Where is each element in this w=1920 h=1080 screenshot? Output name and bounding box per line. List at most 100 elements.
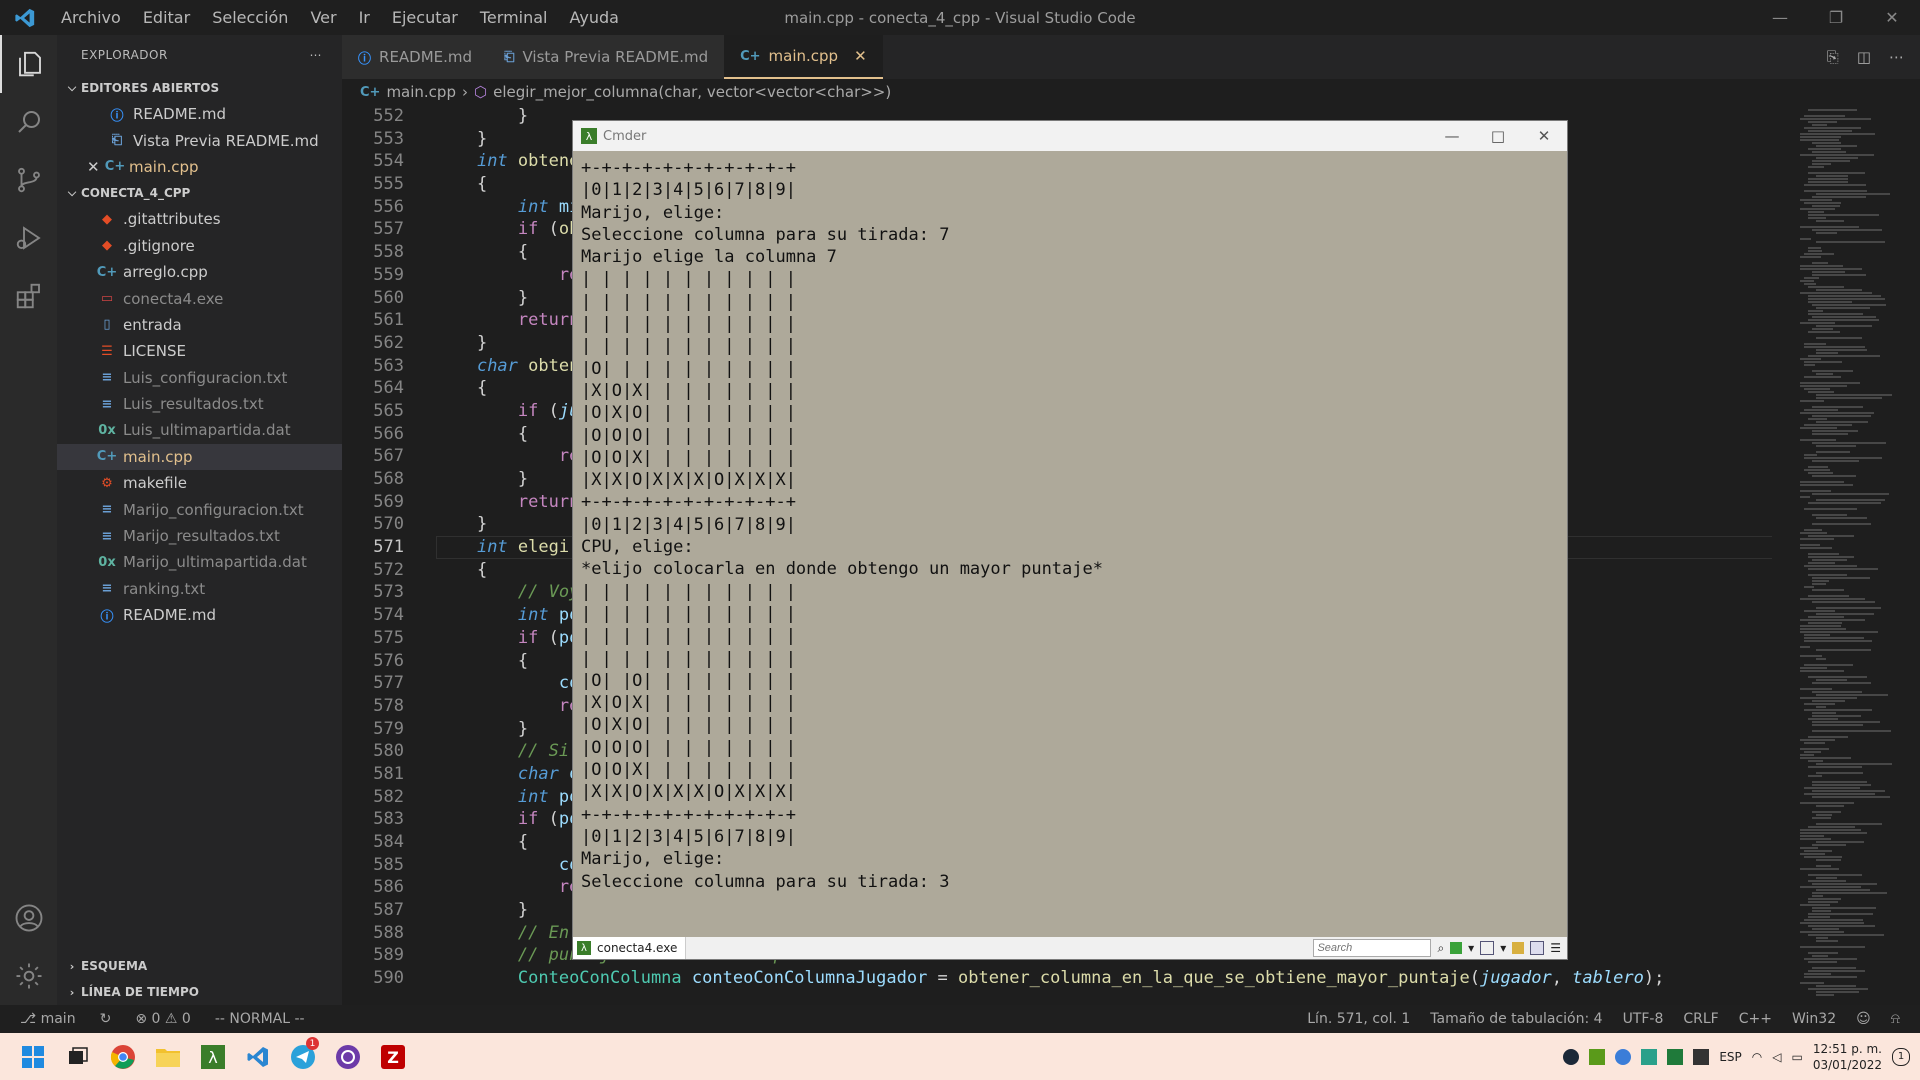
- file-ranking[interactable]: ≡ ranking.txt: [57, 576, 342, 602]
- source-control-icon[interactable]: [0, 151, 57, 209]
- breadcrumb-file[interactable]: main.cpp: [386, 83, 456, 101]
- split-editor-icon[interactable]: ◫: [1857, 48, 1871, 66]
- cmder-minimize-button[interactable]: —: [1429, 127, 1475, 145]
- view-icon[interactable]: [1480, 941, 1495, 955]
- file-luis-ultimapartida[interactable]: 0x Luis_ultimapartida.dat: [57, 417, 342, 443]
- language-mode[interactable]: C++: [1739, 1011, 1772, 1027]
- cmder-taskbar-icon[interactable]: λ: [190, 1033, 235, 1080]
- cmder-search-input[interactable]: [1313, 939, 1432, 957]
- menu-ver[interactable]: Ver: [299, 0, 347, 35]
- compare-icon[interactable]: ⎘: [1827, 48, 1839, 66]
- minimize-button[interactable]: —: [1752, 0, 1808, 35]
- tray-app-icon[interactable]: [1693, 1048, 1710, 1065]
- explorer-icon[interactable]: [0, 35, 57, 93]
- file-marijo-configuracion[interactable]: ≡ Marijo_configuracion.txt: [57, 496, 342, 522]
- settings-gear-icon[interactable]: [0, 947, 57, 1005]
- encoding[interactable]: UTF-8: [1623, 1011, 1664, 1027]
- restore-button[interactable]: ❐: [1808, 0, 1864, 35]
- search-icon[interactable]: ⌕: [1437, 941, 1444, 956]
- extensions-icon[interactable]: [0, 267, 57, 325]
- tab-main-cpp[interactable]: C+ main.cpp ✕: [724, 35, 883, 79]
- task-view-icon[interactable]: [55, 1033, 100, 1080]
- tray-app-icon[interactable]: [1615, 1048, 1632, 1065]
- file-gitattributes[interactable]: ◆ .gitattributes: [57, 206, 342, 232]
- cmder-tab-conecta4[interactable]: λ conecta4.exe: [573, 937, 687, 959]
- layout-icon[interactable]: [1530, 941, 1545, 955]
- file-explorer-icon[interactable]: [145, 1033, 190, 1080]
- open-editors-header[interactable]: ⌵ EDITORES ABIERTOS: [57, 75, 342, 101]
- file-luis-resultados[interactable]: ≡ Luis_resultados.txt: [57, 391, 342, 417]
- sync-icon[interactable]: ↻: [100, 1011, 112, 1027]
- bell-icon[interactable]: ⍾: [1891, 1011, 1900, 1027]
- file-main-cpp[interactable]: C+ main.cpp: [57, 443, 342, 471]
- notification-count[interactable]: 1: [1892, 1047, 1910, 1066]
- file-readme[interactable]: ⓘ README.md: [57, 602, 342, 628]
- file-luis-configuracion[interactable]: ≡ Luis_configuracion.txt: [57, 365, 342, 391]
- wifi-icon[interactable]: ◠: [1752, 1050, 1762, 1064]
- menu-terminal[interactable]: Terminal: [469, 0, 559, 35]
- chrome-icon[interactable]: [100, 1033, 145, 1080]
- more-actions-icon[interactable]: ⋯: [310, 48, 323, 62]
- tab-preview-readme[interactable]: ⎗ Vista Previa README.md: [488, 35, 725, 79]
- battery-icon[interactable]: ▭: [1791, 1050, 1802, 1064]
- outline-header[interactable]: › ESQUEMA: [57, 953, 342, 979]
- filezilla-icon[interactable]: Z: [370, 1033, 415, 1080]
- menu-seleccion[interactable]: Selección: [201, 0, 299, 35]
- feedback-icon[interactable]: ☺: [1856, 1011, 1871, 1027]
- close-tab-icon[interactable]: ✕: [854, 47, 867, 65]
- open-editor-readme[interactable]: ⓘ README.md: [57, 101, 342, 127]
- more-actions-icon[interactable]: ⋯: [1889, 48, 1904, 66]
- search-icon[interactable]: [0, 93, 57, 151]
- menu-ejecutar[interactable]: Ejecutar: [381, 0, 469, 35]
- tray-app-icon[interactable]: [1641, 1048, 1658, 1065]
- file-entrada[interactable]: ▯ entrada: [57, 312, 342, 338]
- app-purple-icon[interactable]: [325, 1033, 370, 1080]
- menu-ayuda[interactable]: Ayuda: [559, 0, 630, 35]
- chevron-down-icon[interactable]: ▾: [1468, 941, 1474, 955]
- lock-icon[interactable]: [1512, 942, 1525, 954]
- minimap[interactable]: [1792, 105, 1920, 1005]
- new-console-icon[interactable]: [1450, 942, 1463, 954]
- branch-status[interactable]: ⎇ main: [20, 1011, 76, 1027]
- cmder-title-bar[interactable]: λ Cmder — □ ✕: [573, 121, 1567, 151]
- close-window-button[interactable]: ✕: [1864, 0, 1920, 35]
- windows-start-icon[interactable]: [10, 1033, 55, 1080]
- cmder-maximize-button[interactable]: □: [1475, 127, 1521, 145]
- menu-editar[interactable]: Editar: [132, 0, 201, 35]
- file-conecta4-exe[interactable]: ▭ conecta4.exe: [57, 285, 342, 311]
- tab-size[interactable]: Tamaño de tabulación: 4: [1430, 1011, 1602, 1027]
- run-debug-icon[interactable]: [0, 209, 57, 267]
- file-arreglo-cpp[interactable]: C+ arreglo.cpp: [57, 259, 342, 285]
- file-gitignore[interactable]: ◆ .gitignore: [57, 233, 342, 259]
- steam-icon[interactable]: [1563, 1048, 1580, 1065]
- volume-icon[interactable]: ◁: [1772, 1050, 1781, 1064]
- account-icon[interactable]: [0, 889, 57, 947]
- menu-ir[interactable]: Ir: [348, 0, 381, 35]
- telegram-icon[interactable]: 1: [280, 1033, 325, 1080]
- open-editor-main-cpp[interactable]: ✕ C+ main.cpp: [57, 154, 342, 180]
- menu-archivo[interactable]: Archivo: [50, 0, 132, 35]
- file-license[interactable]: ☰ LICENSE: [57, 338, 342, 364]
- menu-icon[interactable]: ☰: [1550, 941, 1561, 955]
- cursor-position[interactable]: Lín. 571, col. 1: [1307, 1011, 1410, 1027]
- tray-app-icon[interactable]: [1667, 1048, 1684, 1065]
- platform[interactable]: Win32: [1792, 1011, 1836, 1027]
- open-editor-preview-readme[interactable]: ⎗ Vista Previa README.md: [57, 127, 342, 153]
- file-marijo-ultimapartida[interactable]: 0x Marijo_ultimapartida.dat: [57, 549, 342, 575]
- chevron-down-icon[interactable]: ▾: [1500, 941, 1506, 955]
- tab-readme[interactable]: ⓘ README.md: [342, 35, 489, 79]
- cmder-close-button[interactable]: ✕: [1521, 127, 1567, 145]
- breadcrumb-symbol[interactable]: elegir_mejor_columna(char, vector<vector…: [493, 83, 891, 101]
- console-output[interactable]: +-+-+-+-+-+-+-+-+-+-+ |0|1|2|3|4|5|6|7|8|…: [581, 157, 1559, 937]
- timeline-header[interactable]: › LÍNEA DE TIEMPO: [57, 979, 342, 1005]
- nvidia-icon[interactable]: [1589, 1048, 1606, 1065]
- close-editor-icon[interactable]: ✕: [87, 158, 105, 176]
- project-header[interactable]: ⌵ CONECTA_4_CPP: [57, 180, 342, 206]
- input-language[interactable]: ESP: [1719, 1050, 1741, 1064]
- file-makefile[interactable]: ⚙ makefile: [57, 470, 342, 496]
- problems-status[interactable]: ⊗ 0 ⚠ 0: [135, 1011, 191, 1027]
- code-line[interactable]: 590 ConteoConColumna conteoConColumnaJug…: [342, 967, 1772, 990]
- line-endings[interactable]: CRLF: [1683, 1011, 1718, 1027]
- file-marijo-resultados[interactable]: ≡ Marijo_resultados.txt: [57, 523, 342, 549]
- clock[interactable]: 12:51 p. m. 03/01/2022: [1813, 1041, 1882, 1073]
